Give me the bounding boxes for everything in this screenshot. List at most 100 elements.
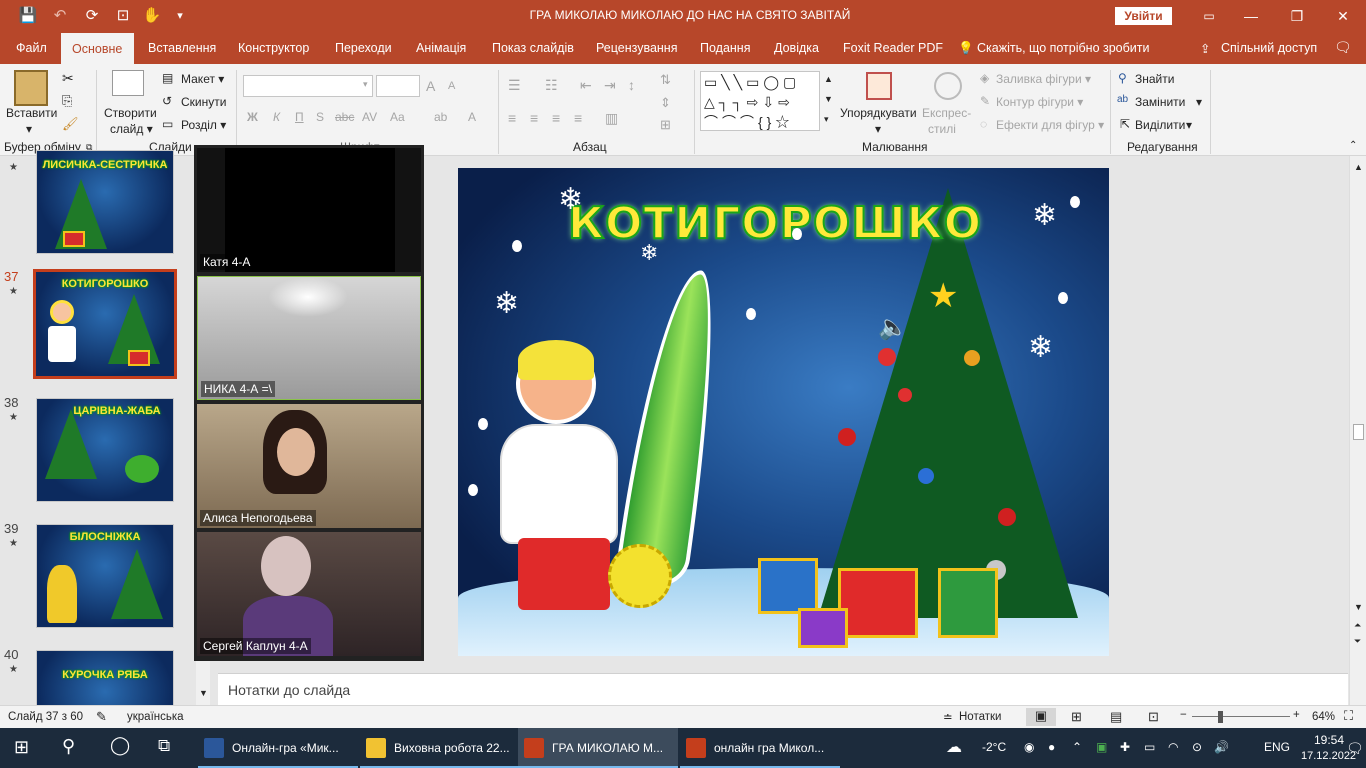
shapes-scroll-down[interactable]: ▼: [824, 94, 833, 104]
undo-icon[interactable]: ↶: [50, 6, 70, 26]
sign-in-button[interactable]: Увійти: [1115, 7, 1172, 25]
network-icon[interactable]: ▭: [1144, 740, 1155, 754]
slide-thumbnail[interactable]: ЛИСИЧКА-СЕСТРИЧКА: [36, 150, 174, 254]
underline-button[interactable]: П: [295, 110, 304, 124]
previous-slide-icon[interactable]: ⏶: [1354, 620, 1361, 631]
audio-icon[interactable]: 🔈: [878, 313, 908, 342]
find-button[interactable]: Знайти: [1135, 72, 1174, 86]
tab-design[interactable]: Конструктор: [238, 41, 309, 55]
select-button[interactable]: Виділити: [1135, 118, 1185, 132]
cut-icon[interactable]: ✂: [62, 70, 74, 87]
shrink-font-icon[interactable]: A: [448, 80, 455, 92]
new-slide-icon[interactable]: [112, 70, 144, 96]
bullets-icon[interactable]: ☰: [508, 77, 521, 94]
shapes-scroll-up[interactable]: ▲: [824, 74, 833, 84]
strikethrough-button[interactable]: abc: [335, 110, 354, 124]
volume-icon[interactable]: 🔊: [1214, 740, 1229, 754]
minimize-button[interactable]: —: [1228, 0, 1274, 32]
shadow-button[interactable]: S: [316, 110, 324, 124]
reset-button[interactable]: Скинути: [181, 95, 226, 109]
taskbar-app-powerpoint-active[interactable]: ГРА МИКОЛАЮ М...: [518, 728, 678, 768]
scroll-up-icon[interactable]: ▲: [1354, 162, 1363, 172]
highlight-icon[interactable]: ab: [434, 110, 447, 124]
select-dropdown-icon[interactable]: ▾: [1186, 118, 1192, 132]
paste-dropdown-icon[interactable]: ▾: [26, 122, 32, 136]
section-button[interactable]: Розділ ▾: [181, 118, 226, 132]
wifi-icon[interactable]: ◠: [1168, 740, 1178, 754]
smartart-icon[interactable]: ⊞: [660, 117, 671, 133]
decrease-indent-icon[interactable]: ⇤: [580, 77, 592, 94]
char-spacing-button[interactable]: AV: [362, 110, 377, 124]
close-button[interactable]: ✕: [1320, 0, 1366, 32]
paste-icon[interactable]: [14, 70, 48, 106]
reading-view-icon[interactable]: ▤: [1110, 709, 1122, 725]
slide-thumbnail-selected[interactable]: КОТИГОРОШКО: [33, 269, 177, 379]
start-slideshow-icon[interactable]: ⊡: [113, 6, 133, 26]
tab-slideshow[interactable]: Показ слайдів: [492, 41, 574, 55]
zoom-slider-thumb[interactable]: [1218, 711, 1223, 723]
thumbnail-scroll-down[interactable]: ▼: [199, 688, 208, 698]
notes-pane[interactable]: Нотатки до слайда: [218, 673, 1348, 705]
shapes-gallery[interactable]: ▭╲╲▭◯▢ △┐┐⇨⇩⇨ ⌒⌒⌒{}☆: [700, 71, 820, 131]
participant-tile[interactable]: Катя 4-А: [197, 148, 421, 272]
copy-icon[interactable]: ⎘: [62, 93, 72, 109]
task-view-icon[interactable]: ⧉: [158, 736, 170, 756]
new-slide-dropdown[interactable]: слайд ▾: [110, 122, 153, 136]
tab-help[interactable]: Довідка: [774, 41, 819, 55]
participant-tile[interactable]: Алиса Непогодьева: [197, 404, 421, 528]
text-direction-icon[interactable]: ⇅: [660, 72, 671, 88]
arrange-dropdown-icon[interactable]: ▾: [875, 122, 881, 136]
line-spacing-icon[interactable]: ↕: [628, 77, 635, 93]
bold-button[interactable]: Ж: [247, 110, 258, 124]
align-center-icon[interactable]: ≡: [530, 110, 538, 126]
notes-toggle-button[interactable]: Нотатки: [959, 711, 1001, 723]
zoom-level[interactable]: 64%: [1312, 711, 1335, 723]
tray-green-icon[interactable]: ▣: [1096, 740, 1107, 754]
font-color-icon[interactable]: A: [468, 110, 476, 124]
search-icon[interactable]: ⚲: [62, 736, 75, 757]
shape-fill-button[interactable]: Заливка фігури ▾: [996, 72, 1091, 86]
tray-zoom-icon[interactable]: ◉: [1024, 740, 1034, 754]
tab-foxit[interactable]: Foxit Reader PDF: [843, 41, 943, 55]
save-icon[interactable]: 💾: [18, 6, 38, 26]
next-slide-icon[interactable]: ⏷: [1354, 636, 1361, 647]
language-indicator[interactable]: українська: [127, 711, 184, 723]
slide-thumbnail[interactable]: ЦАРІВНА-ЖАБА: [36, 398, 174, 502]
notifications-icon[interactable]: 🗨: [1346, 740, 1364, 757]
format-painter-icon[interactable]: 🖌: [62, 116, 79, 132]
tab-animations[interactable]: Анімація: [416, 41, 466, 55]
cortana-icon[interactable]: ◯: [110, 735, 130, 756]
weather-cloud-icon[interactable]: ☁: [946, 737, 962, 757]
layout-button[interactable]: Макет ▾: [181, 72, 224, 86]
current-slide[interactable]: ★ 🔈 КОТИГОРОШКО ❄ ❄ ❄ ❄ ❄: [458, 168, 1109, 656]
collapse-ribbon-icon[interactable]: ⌃: [1349, 140, 1357, 151]
share-button[interactable]: Спільний доступ: [1221, 41, 1317, 55]
tab-insert[interactable]: Вставлення: [148, 41, 216, 55]
numbering-icon[interactable]: ☷: [545, 77, 558, 94]
normal-view-icon[interactable]: ▣: [1026, 708, 1056, 726]
spell-check-icon[interactable]: ✎: [96, 709, 107, 725]
notes-placeholder[interactable]: Нотатки до слайда: [228, 682, 350, 698]
grow-font-icon[interactable]: A: [426, 78, 435, 94]
shapes-more[interactable]: ▾: [824, 114, 829, 125]
arrange-button[interactable]: Упорядкувати: [840, 106, 917, 120]
paste-button[interactable]: Вставити: [6, 106, 57, 120]
shape-effects-button[interactable]: Ефекти для фігур ▾: [996, 118, 1104, 132]
quick-styles-button[interactable]: Експрес-: [922, 106, 971, 120]
font-name-dropdown-icon[interactable]: ▾: [363, 79, 368, 90]
ribbon-display-icon[interactable]: ▭: [1186, 0, 1232, 32]
scroll-down-icon[interactable]: ▼: [1354, 602, 1363, 612]
touch-mode-icon[interactable]: ✋: [142, 6, 162, 26]
change-case-button[interactable]: Aa: [390, 110, 405, 124]
taskbar-app-folder[interactable]: Виховна робота 22...: [360, 728, 520, 768]
tray-icon[interactable]: ✚: [1120, 740, 1130, 754]
slideshow-view-icon[interactable]: ⊡: [1148, 709, 1159, 725]
webcam-icon[interactable]: ⊙: [1192, 740, 1202, 754]
slide-sorter-icon[interactable]: ⊞: [1071, 709, 1082, 725]
participant-tile[interactable]: Сергей Каплун 4-А: [197, 532, 421, 656]
zoom-slider[interactable]: [1192, 716, 1290, 717]
temperature[interactable]: -2°C: [982, 740, 1006, 754]
slide-thumbnail[interactable]: БІЛОСНІЖКА: [36, 524, 174, 628]
clock-time[interactable]: 19:54: [1314, 733, 1344, 747]
participant-tile-active[interactable]: НИКА 4-А =\: [197, 276, 421, 400]
